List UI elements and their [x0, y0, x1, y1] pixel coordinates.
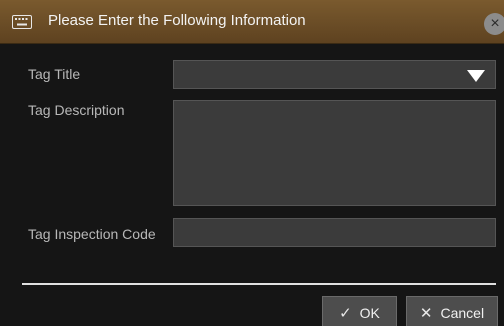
close-button[interactable]: ×	[484, 13, 504, 35]
tag-description-textarea[interactable]	[173, 100, 496, 206]
information-dialog: Please Enter the Following Information ×…	[0, 0, 504, 326]
dialog-titlebar: Please Enter the Following Information ×	[0, 0, 504, 44]
dialog-title: Please Enter the Following Information	[48, 12, 306, 29]
cancel-button-label: Cancel	[440, 304, 485, 321]
tag-title-select[interactable]	[173, 60, 496, 89]
tag-title-label: Tag Title	[28, 66, 81, 82]
tag-description-label: Tag Description	[28, 102, 125, 118]
tag-inspection-code-input[interactable]	[173, 218, 496, 247]
cancel-button[interactable]: ✕ Cancel	[406, 296, 498, 326]
ok-button-label: OK	[359, 304, 380, 321]
dropdown-arrow-icon	[467, 70, 485, 82]
cancel-x-icon: ✕	[419, 304, 433, 322]
tag-inspection-code-label: Tag Inspection Code	[28, 226, 156, 242]
footer-divider	[22, 283, 496, 285]
keyboard-icon	[12, 15, 32, 29]
close-icon: ×	[490, 15, 500, 32]
checkmark-icon: ✓	[339, 304, 352, 322]
ok-button[interactable]: ✓ OK	[322, 296, 397, 326]
